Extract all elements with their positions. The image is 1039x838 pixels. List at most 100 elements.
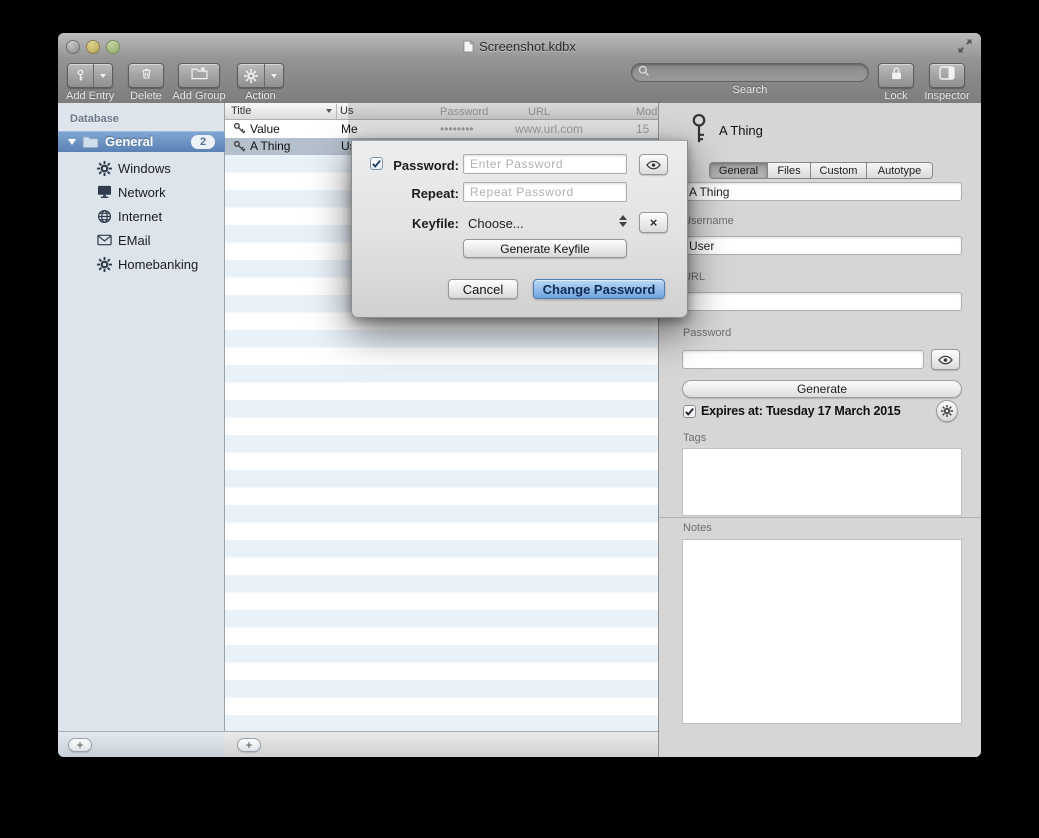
inspector-item: Inspector [920,63,974,102]
app-window: Screenshot.kdbx Add Entry Delete [58,33,981,757]
generate-keyfile-button[interactable]: Generate Keyfile [463,239,627,258]
sidebar-section-header: Database [70,113,119,125]
tab-files[interactable]: Files [768,163,811,178]
folder-plus-icon [191,66,208,85]
sidebar-item-label: Network [118,185,166,200]
repeat-label: Repeat: [382,186,459,201]
password-label: Password: [382,158,459,173]
reveal-password-button[interactable] [931,349,960,370]
cancel-button[interactable]: Cancel [448,279,518,299]
expires-checkbox[interactable] [683,405,696,418]
title-bar[interactable]: Screenshot.kdbx [58,33,981,60]
inspector-button[interactable] [929,63,965,88]
entry-title-cell: Value [250,122,336,136]
action-label: Action [245,90,276,102]
magnifier-icon [638,64,650,82]
sidebar-footer-bar: + [58,731,225,757]
clear-keyfile-button[interactable]: × [639,212,668,233]
list-footer-bar: + [225,731,658,757]
tab-custom[interactable]: Custom [811,163,867,178]
sidebar-group-label: General [105,134,191,149]
sidebar-item-internet[interactable]: Internet [58,204,225,228]
trash-icon [140,66,153,86]
inspector-entry-title: A Thing [719,123,763,138]
tags-label: Tags [683,432,706,444]
fullscreen-icon[interactable] [957,38,973,54]
delete-button[interactable] [128,63,164,88]
stepper-icon[interactable] [619,215,627,227]
sheet-password-input[interactable] [463,154,627,174]
reveal-password-button[interactable] [639,154,668,175]
gear-icon [96,256,112,272]
eye-icon [938,355,953,365]
change-password-sheet: Password: Repeat: Keyfile: Choose... × G… [351,140,688,318]
zoom-button[interactable] [106,40,120,54]
tab-autotype[interactable]: Autotype [867,163,932,178]
lock-icon [890,66,903,86]
notes-label: Notes [683,522,712,534]
gear-icon [96,160,112,176]
desktop: { "window": { "title": "Screenshot.kdbx"… [0,0,1039,838]
column-header-modified-dimmed: Mod [636,106,657,118]
key-icon [233,140,246,153]
lock-label: Lock [884,90,907,102]
search-input[interactable] [654,65,862,81]
notes-field[interactable] [682,539,962,724]
sheet-repeat-input[interactable] [463,182,627,202]
search-field[interactable] [631,63,869,82]
tab-general[interactable]: General [710,163,768,178]
tags-field[interactable] [682,448,962,516]
entry-password-cell-dimmed: •••••••• [440,122,474,136]
keyfile-popup[interactable]: Choose... [468,216,524,231]
toolbar: Add Entry Delete Add Group [58,59,981,104]
disclosure-triangle-icon[interactable] [68,139,76,145]
eye-icon [646,160,661,170]
column-header-url-dimmed: URL [528,106,550,118]
close-icon: × [650,215,658,230]
change-password-button[interactable]: Change Password [533,279,665,299]
plus-icon: + [76,739,83,751]
group-count-badge: 2 [191,135,215,149]
password-field[interactable] [682,350,924,369]
add-group-footer-button[interactable]: + [68,738,92,752]
close-button[interactable] [66,40,80,54]
add-entry-item: Add Entry [66,63,114,102]
keyfile-label: Keyfile: [382,216,459,231]
action-item: Action [237,63,284,102]
globe-icon [96,208,112,224]
action-button[interactable] [237,63,284,88]
minimize-button[interactable] [86,40,100,54]
column-header-title[interactable]: Title [231,105,251,117]
column-divider[interactable] [336,104,337,119]
search-item: Search [630,63,870,96]
password-settings-button[interactable] [936,400,958,422]
lock-button[interactable] [878,63,914,88]
dimmed-list-area [348,103,658,140]
sort-descending-icon [326,109,332,113]
sidebar-item-network[interactable]: Network [58,180,225,204]
username-field[interactable] [682,236,962,255]
document-icon [463,40,474,53]
inspector-label: Inspector [924,90,969,102]
url-field[interactable] [682,292,962,311]
add-entry-footer-button[interactable]: + [237,738,261,752]
sidebar-item-label: EMail [118,233,151,248]
envelope-icon [96,232,112,248]
add-group-item: Add Group [170,63,228,102]
add-entry-button[interactable] [67,63,113,88]
plus-icon: + [245,739,252,751]
generate-password-button[interactable]: Generate [682,380,962,398]
window-title: Screenshot.kdbx [463,39,576,54]
sidebar-group-general[interactable]: General 2 [58,131,225,152]
gear-icon [941,405,953,417]
add-group-button[interactable] [178,63,220,88]
sidebar-item-windows[interactable]: Windows [58,156,225,180]
entry-url-cell-dimmed: www.url.com [515,122,583,136]
sidebar-item-email[interactable]: EMail [58,228,225,252]
sidebar-item-homebanking[interactable]: Homebanking [58,252,225,276]
gear-icon [238,64,264,87]
sidebar-item-label: Homebanking [118,257,198,272]
title-field[interactable] [682,182,962,201]
key-icon [233,122,246,135]
password-label: Password [683,327,731,339]
